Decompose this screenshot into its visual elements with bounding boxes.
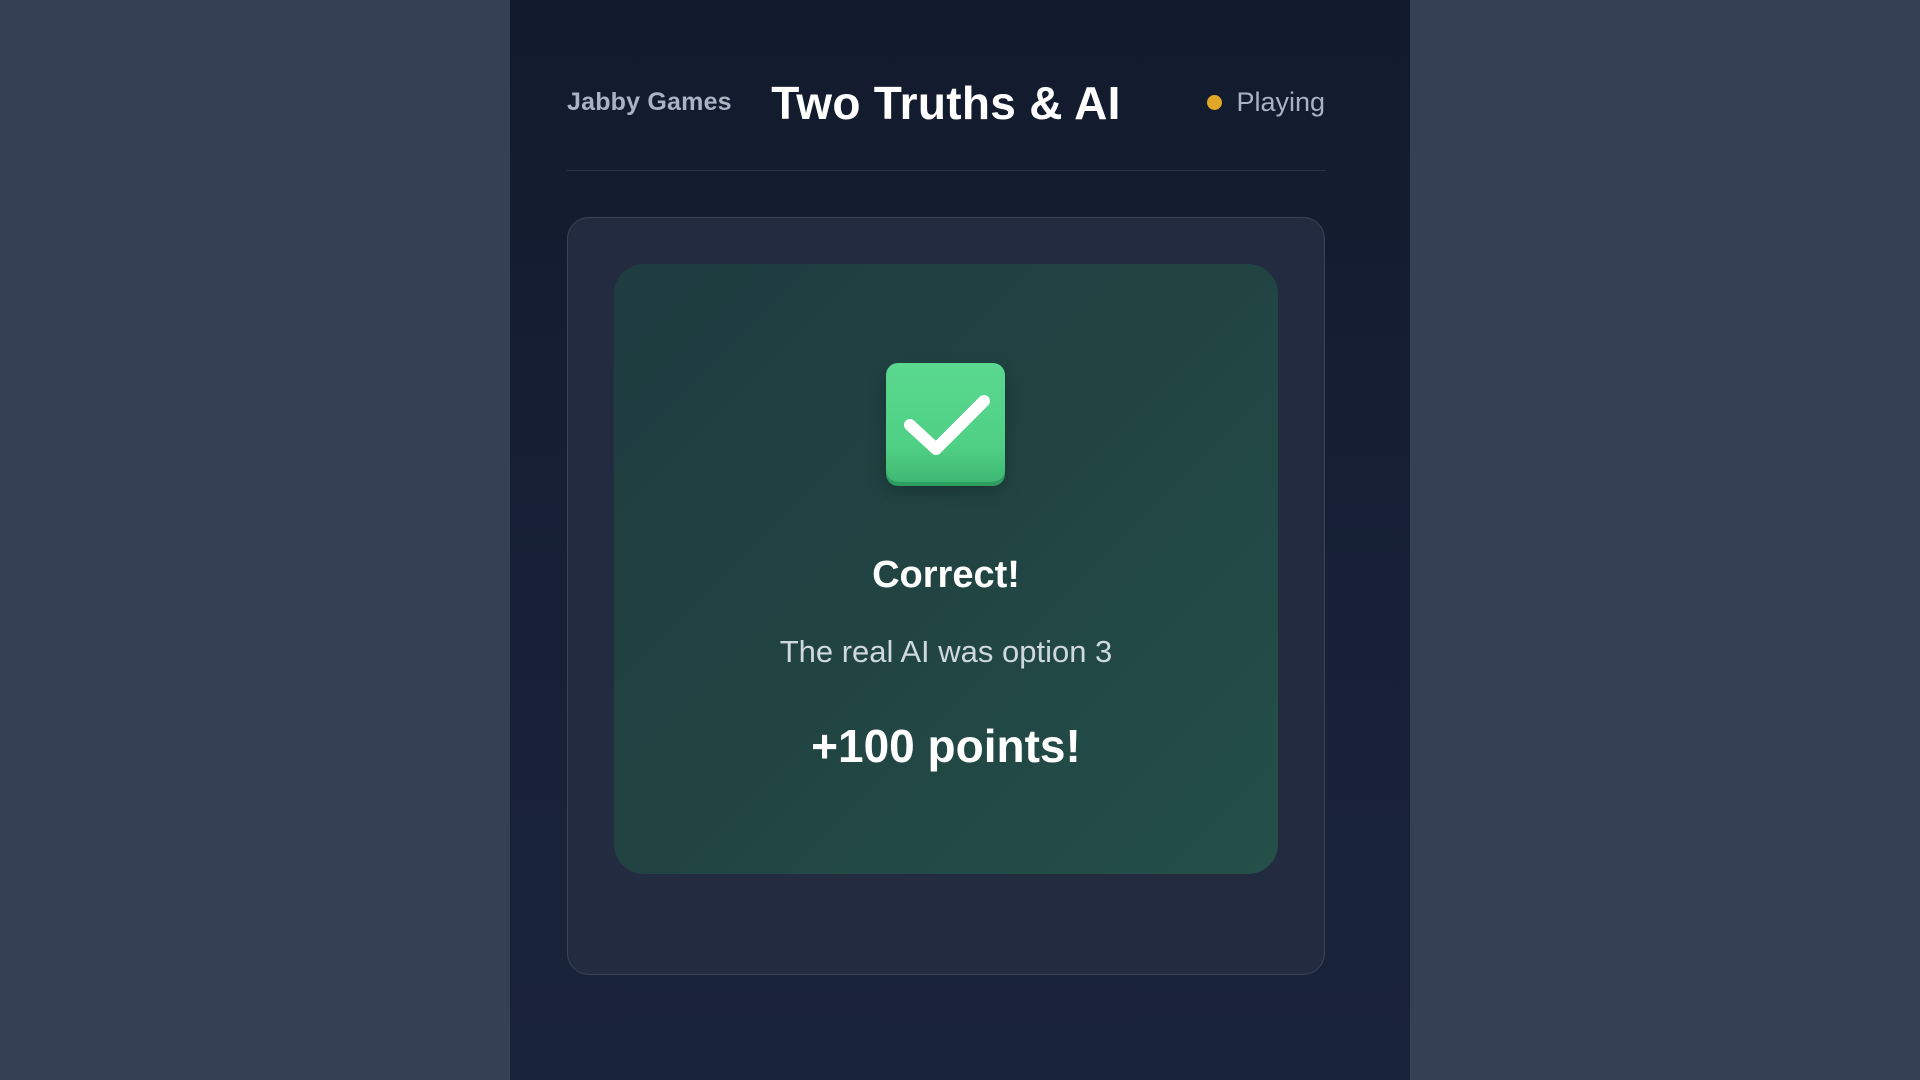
game-stage: Jabby Games Two Truths & AI Playing Corr… bbox=[510, 0, 1410, 1080]
game-header: Jabby Games Two Truths & AI Playing bbox=[567, 60, 1325, 171]
result-panel: Correct! The real AI was option 3 +100 p… bbox=[614, 264, 1278, 874]
check-mark-icon bbox=[886, 363, 1005, 482]
status-label: Playing bbox=[1236, 87, 1325, 117]
game-card: Correct! The real AI was option 3 +100 p… bbox=[567, 217, 1325, 975]
result-title: Correct! bbox=[872, 554, 1020, 596]
points-awarded: +100 points! bbox=[811, 720, 1081, 772]
status-dot-icon bbox=[1207, 95, 1223, 110]
check-mark-glyph bbox=[904, 395, 990, 455]
status-indicator: Playing bbox=[1207, 87, 1325, 118]
result-message: The real AI was option 3 bbox=[779, 634, 1113, 669]
